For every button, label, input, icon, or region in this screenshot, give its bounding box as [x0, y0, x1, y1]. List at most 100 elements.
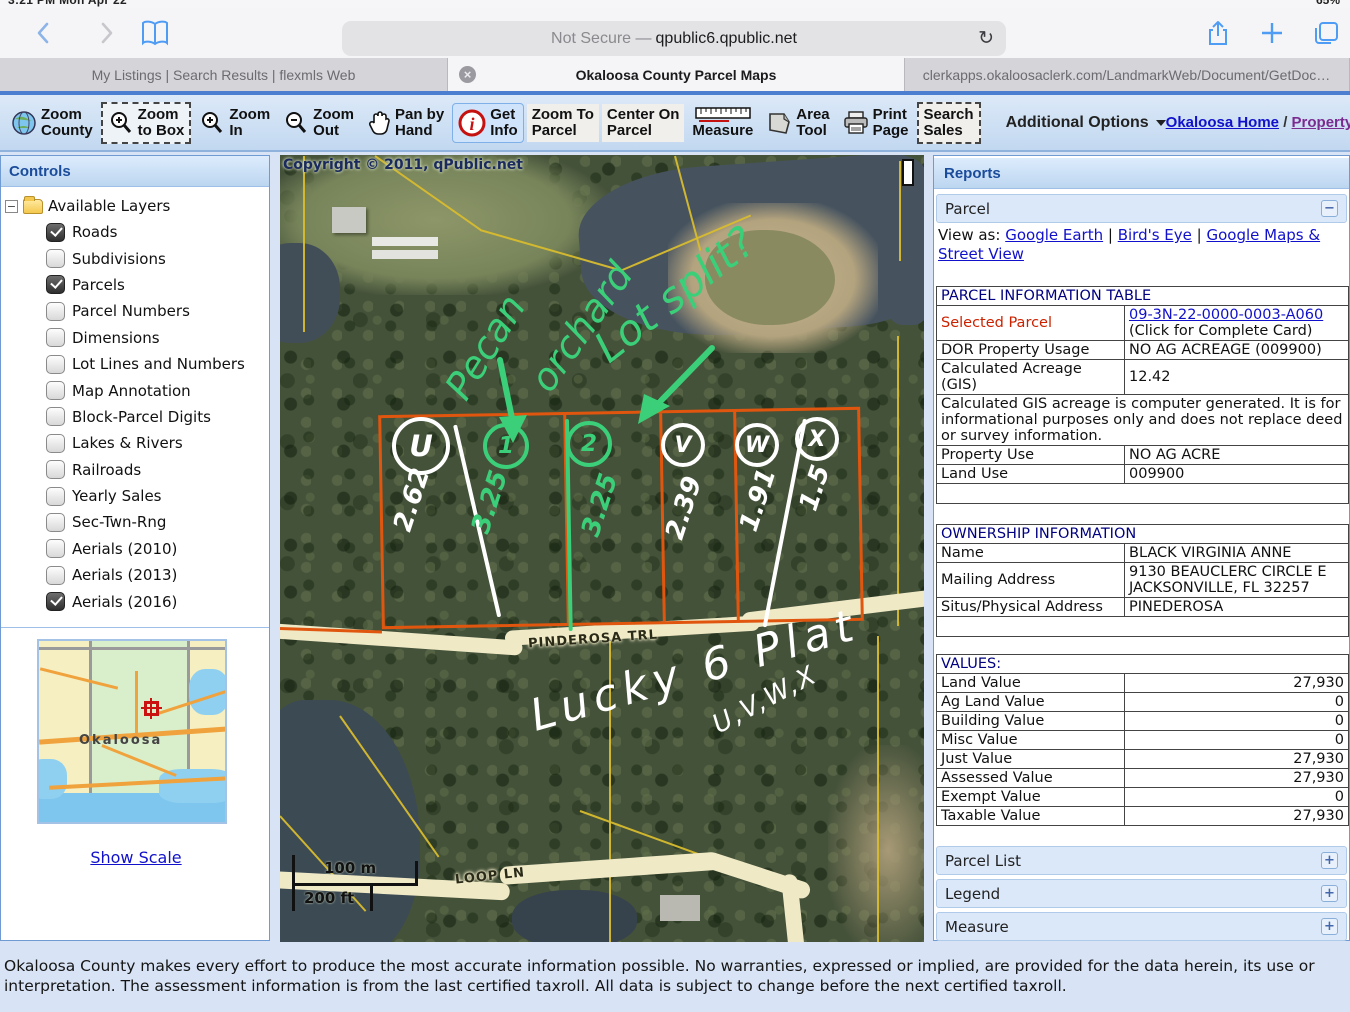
accordion-legend[interactable]: Legend+: [936, 879, 1347, 908]
tree-root-label: Available Layers: [48, 197, 170, 215]
get-info-button[interactable]: iGetInfo: [452, 103, 524, 143]
layer-checkbox[interactable]: [46, 566, 65, 585]
overview-minimap[interactable]: Okaloosa: [37, 639, 227, 824]
map-scrollbar-thumb[interactable]: [902, 159, 914, 186]
layer-item[interactable]: Subdivisions: [46, 245, 269, 271]
accordion-measure[interactable]: Measure +: [936, 912, 1347, 941]
property-search-link[interactable]: Property Search: [1292, 114, 1350, 131]
tabs-icon[interactable]: [1312, 19, 1340, 47]
share-icon[interactable]: [1204, 19, 1232, 47]
bookmarks-icon[interactable]: [138, 19, 172, 47]
layer-checkbox[interactable]: [46, 249, 65, 268]
layer-checkbox[interactable]: [46, 487, 65, 506]
layer-item[interactable]: Lakes & Rivers: [46, 430, 269, 456]
parcel-letter-annotation: W: [735, 423, 779, 467]
zoom-in-button[interactable]: ZoomIn: [194, 104, 275, 142]
folder-icon: [23, 199, 43, 214]
layer-item[interactable]: Parcels: [46, 272, 269, 298]
new-tab-icon[interactable]: [1258, 19, 1286, 47]
show-scale-link[interactable]: Show Scale: [1, 848, 271, 867]
browser-tab[interactable]: My Listings | Search Results | flexmls W…: [0, 58, 448, 91]
layer-item[interactable]: Railroads: [46, 457, 269, 483]
layer-checkbox[interactable]: [46, 275, 65, 294]
browser-tab[interactable]: clerkapps.okaloosaclerk.com/LandmarkWeb/…: [905, 58, 1350, 91]
layer-item[interactable]: Parcel Numbers: [46, 298, 269, 324]
close-tab-icon[interactable]: ×: [459, 66, 476, 83]
info-icon: i: [458, 109, 486, 137]
row-value: 27,930: [1125, 769, 1349, 788]
row-value: PINEDEROSA: [1125, 598, 1349, 617]
button-label: AreaTool: [796, 107, 829, 139]
parcel-letter-annotation: X: [795, 417, 839, 461]
divider: [1, 627, 269, 628]
parcel-id-link[interactable]: 09-3N-22-0000-0003-A060: [1129, 307, 1323, 323]
layer-item[interactable]: Roads: [46, 219, 269, 245]
header-links: Okaloosa Home / Property Search: [1166, 114, 1350, 131]
layer-item[interactable]: Dimensions: [46, 325, 269, 351]
layer-item[interactable]: Aerials (2010): [46, 536, 269, 562]
layer-checkbox[interactable]: [46, 381, 65, 400]
building: [660, 895, 700, 921]
layer-checkbox[interactable]: [46, 223, 65, 242]
refresh-icon[interactable]: ↻: [978, 27, 994, 50]
layer-label: Aerials (2013): [72, 566, 177, 584]
layer-item[interactable]: Sec-Twn-Rng: [46, 509, 269, 535]
table-row: Misc Value0: [937, 731, 1349, 750]
selected-parcel-label: Selected Parcel: [937, 306, 1125, 341]
layer-checkbox[interactable]: [46, 355, 65, 374]
additional-options-menu[interactable]: Additional Options: [1006, 114, 1166, 132]
zoom-county-button[interactable]: ZoomCounty: [6, 104, 98, 142]
google-earth-link[interactable]: Google Earth: [1005, 226, 1103, 244]
layer-checkbox[interactable]: [46, 513, 65, 532]
aerial-map[interactable]: PINDEROSA TRL LOOP LN Pecan orchard Lot …: [280, 155, 924, 942]
parcel-letter-annotation: 2: [566, 421, 612, 467]
layer-item[interactable]: Lot Lines and Numbers: [46, 351, 269, 377]
tree-collapse-icon[interactable]: −: [5, 200, 18, 213]
table-row: Calculated Acreage (GIS)12.42: [937, 360, 1349, 395]
hand-icon: [367, 110, 391, 136]
back-icon[interactable]: [30, 19, 58, 47]
layer-label: Yearly Sales: [72, 487, 162, 505]
layer-label: Roads: [72, 223, 117, 241]
expand-icon[interactable]: +: [1321, 852, 1338, 869]
expand-icon[interactable]: +: [1321, 885, 1338, 902]
layer-item[interactable]: Aerials (2016): [46, 588, 269, 614]
layer-item[interactable]: Block-Parcel Digits: [46, 404, 269, 430]
layer-checkbox[interactable]: [46, 592, 65, 611]
layer-item[interactable]: Aerials (2013): [46, 562, 269, 588]
collapse-icon[interactable]: −: [1321, 200, 1338, 217]
pan-by-hand-button[interactable]: Pan byHand: [362, 104, 449, 142]
okaloosa-home-link[interactable]: Okaloosa Home: [1166, 114, 1279, 131]
measure-button[interactable]: Measure: [687, 106, 758, 140]
expand-icon[interactable]: +: [1321, 918, 1338, 935]
zoom-out-button[interactable]: ZoomOut: [278, 104, 359, 142]
parcel-letter-annotation: U: [392, 417, 450, 475]
layer-checkbox[interactable]: [46, 407, 65, 426]
search-sales-button[interactable]: SearchSales: [917, 102, 981, 144]
parcel-section-bar[interactable]: Parcel −: [936, 194, 1347, 223]
layer-checkbox[interactable]: [46, 302, 65, 321]
birds-eye-link[interactable]: Bird's Eye: [1118, 226, 1192, 244]
chevron-down-icon: [1156, 120, 1166, 126]
layer-tree-root[interactable]: − Available Layers: [1, 187, 269, 219]
area-tool-button[interactable]: AreaTool: [761, 104, 834, 142]
layer-label: Map Annotation: [72, 382, 191, 400]
browser-tab[interactable]: ×Okaloosa County Parcel Maps: [448, 58, 905, 91]
additional-options-label: Additional Options: [1006, 114, 1149, 132]
layer-checkbox[interactable]: [46, 434, 65, 453]
layer-checkbox[interactable]: [46, 539, 65, 558]
forward-icon[interactable]: [92, 19, 120, 47]
layer-checkbox[interactable]: [46, 328, 65, 347]
layer-item[interactable]: Yearly Sales: [46, 483, 269, 509]
layer-item[interactable]: Map Annotation: [46, 377, 269, 403]
layer-checkbox[interactable]: [46, 460, 65, 479]
zoom-to-parcel-button[interactable]: Zoom ToParcel: [527, 104, 599, 142]
accordion-label: Measure: [945, 918, 1009, 936]
zoom-to-box-button[interactable]: Zoomto Box: [101, 102, 192, 144]
center-on-parcel-button[interactable]: Center OnParcel: [602, 104, 685, 142]
address-bar[interactable]: Not Secure — qpublic6.qpublic.net ↻: [342, 21, 1006, 56]
table-row: Exempt Value0: [937, 788, 1349, 807]
layers-list: Roads SubdivisionsParcelsParcel NumbersDi…: [1, 219, 269, 615]
accordion-parcel-list[interactable]: Parcel List+: [936, 846, 1347, 875]
print-page-button[interactable]: PrintPage: [838, 104, 914, 142]
